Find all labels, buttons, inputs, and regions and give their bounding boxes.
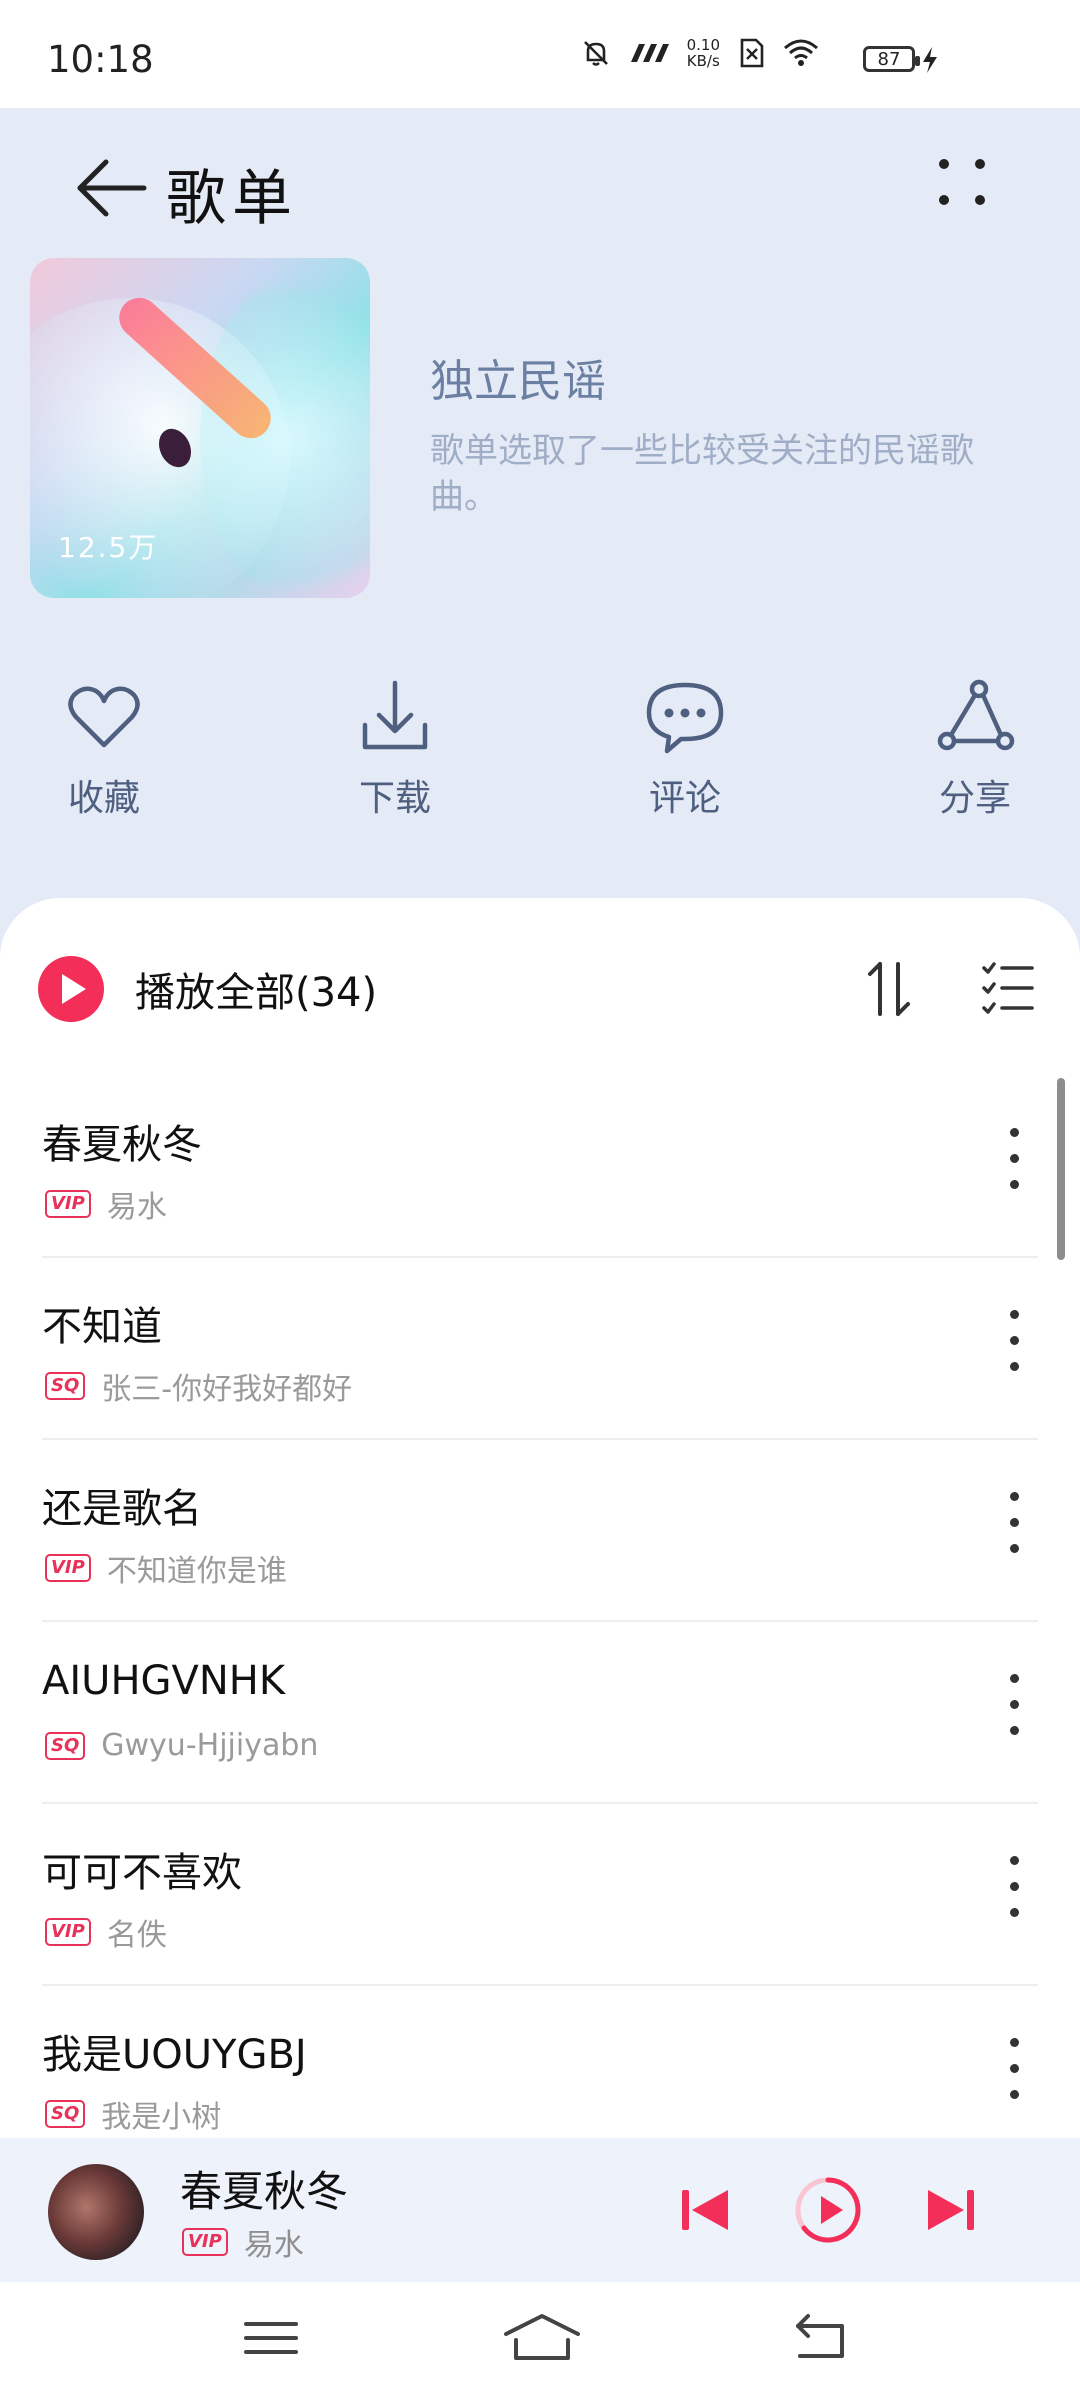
quality-badge: SQ (45, 1372, 86, 1400)
song-row[interactable]: AIUHGVNHK SQ Gwyu-Hjjiyabn (42, 1622, 1038, 1804)
arrow-left-icon[interactable] (72, 148, 152, 228)
back-nav-icon[interactable] (786, 2306, 856, 2370)
scrollbar[interactable] (1057, 1078, 1065, 1260)
song-meta: VIP 名佚 (45, 1910, 167, 1954)
comment-icon (646, 682, 724, 754)
song-meta: SQ 我是小树 (45, 2092, 221, 2136)
page-title: 歌单 (166, 164, 298, 234)
share-icon (937, 679, 1015, 751)
four-dots-icon[interactable] (930, 150, 994, 214)
song-row[interactable]: 春夏秋冬 VIP 易水 (42, 1076, 1038, 1258)
signal-icon (630, 44, 669, 62)
collect-label: 收藏 (67, 778, 140, 819)
song-more-icon[interactable] (1008, 1852, 1020, 1922)
share-label: 分享 (938, 778, 1011, 819)
action-row: 收藏 下载 评论 分享 (0, 675, 1080, 835)
song-more-icon[interactable] (1008, 2034, 1020, 2104)
quality-badge: VIP (182, 2228, 228, 2256)
song-title: 春夏秋冬 (42, 1122, 202, 1168)
quality-badge: VIP (45, 1554, 91, 1582)
song-more-icon[interactable] (1008, 1488, 1020, 1558)
collect-button[interactable]: 收藏 (24, 675, 184, 821)
song-list: 春夏秋冬 VIP 易水 不知道 SQ 张三-你好我好都好 还是歌名 VIP 不知… (42, 1076, 1038, 2168)
playlist-cover[interactable]: 12.5万 (30, 258, 370, 598)
battery-level: 87 (877, 48, 901, 70)
mini-player-cover[interactable] (48, 2164, 144, 2260)
mini-player[interactable]: 春夏秋冬 VIP 易水 (0, 2138, 1080, 2282)
multi-select-icon[interactable] (980, 958, 1036, 1018)
mini-player-meta: VIP 易水 (182, 2220, 304, 2264)
status-time: 10:18 (47, 38, 154, 81)
song-title: 不知道 (42, 1304, 162, 1350)
download-button[interactable]: 下载 (315, 675, 475, 821)
song-meta: VIP 易水 (45, 1182, 167, 1226)
heart-icon (68, 686, 140, 748)
menu-icon[interactable] (236, 2306, 306, 2370)
status-icons: 0.10 KB/s (579, 36, 820, 70)
song-list-panel: 播放全部(34) 春夏秋冬 VIP 易水 不知道 SQ 张三-你好我好都好 还是… (0, 898, 1080, 2138)
charging-icon (923, 47, 937, 73)
download-icon (362, 680, 428, 750)
sort-icon[interactable] (862, 956, 918, 1020)
song-artist: 不知道你是谁 (106, 1554, 287, 1589)
download-label: 下载 (358, 778, 431, 819)
net-speed-unit: KB/s (686, 52, 720, 70)
song-artist: 我是小树 (101, 2100, 222, 2135)
song-row[interactable]: 不知道 SQ 张三-你好我好都好 (42, 1258, 1038, 1440)
share-button[interactable]: 分享 (895, 675, 1055, 821)
song-artist: 名佚 (106, 1918, 167, 1953)
no-sim-icon (740, 38, 764, 68)
status-bar: 10:18 0.10 KB/s 87 (0, 0, 1080, 108)
song-title: 可可不喜欢 (42, 1850, 242, 1896)
song-title: 我是UOUYGBJ (42, 2032, 307, 2078)
quality-badge: VIP (45, 1190, 91, 1218)
playlist-name: 独立民谣 (430, 356, 606, 407)
play-pause-icon[interactable] (788, 2170, 868, 2250)
home-icon[interactable] (500, 2306, 584, 2370)
playlist-description: 歌单选取了一些比较受关注的民谣歌曲。 (430, 431, 974, 517)
play-count: 12.5万 (58, 531, 159, 564)
quality-badge: VIP (45, 1918, 91, 1946)
song-more-icon[interactable] (1008, 1124, 1020, 1194)
header: 歌单 (0, 108, 1080, 234)
net-speed-value: 0.10 (686, 36, 720, 54)
net-speed: 0.10 KB/s (687, 37, 720, 69)
quality-badge: SQ (45, 2100, 86, 2128)
comment-button[interactable]: 评论 (605, 675, 765, 821)
song-title: 还是歌名 (42, 1486, 202, 1532)
mute-bell-icon (583, 41, 608, 66)
song-artist: 易水 (106, 1190, 167, 1225)
song-meta: SQ Gwyu-Hjjiyabn (45, 1728, 318, 1763)
cover-art-shape (200, 268, 370, 598)
song-more-icon[interactable] (1008, 1670, 1020, 1740)
song-meta: VIP 不知道你是谁 (45, 1546, 287, 1590)
song-row[interactable]: 还是歌名 VIP 不知道你是谁 (42, 1440, 1038, 1622)
system-nav-bar (0, 2282, 1080, 2408)
previous-track-icon[interactable] (668, 2172, 744, 2248)
mini-player-artist: 易水 (243, 2228, 304, 2263)
battery-indicator: 87 (863, 46, 920, 72)
song-meta: SQ 张三-你好我好都好 (45, 1364, 352, 1408)
song-artist: 张三-你好我好都好 (101, 1372, 353, 1407)
mini-player-title: 春夏秋冬 (180, 2167, 349, 2216)
quality-badge: SQ (45, 1731, 86, 1760)
play-all-label[interactable]: 播放全部(34) (135, 960, 377, 1018)
song-row[interactable]: 可可不喜欢 VIP 名佚 (42, 1804, 1038, 1986)
next-track-icon[interactable] (912, 2172, 988, 2248)
play-all-button[interactable] (38, 956, 104, 1022)
comment-label: 评论 (648, 778, 721, 819)
wifi-icon (784, 39, 818, 66)
song-artist: Gwyu-Hjjiyabn (101, 1728, 319, 1763)
song-title: AIUHGVNHK (42, 1658, 286, 1704)
song-more-icon[interactable] (1008, 1306, 1020, 1376)
